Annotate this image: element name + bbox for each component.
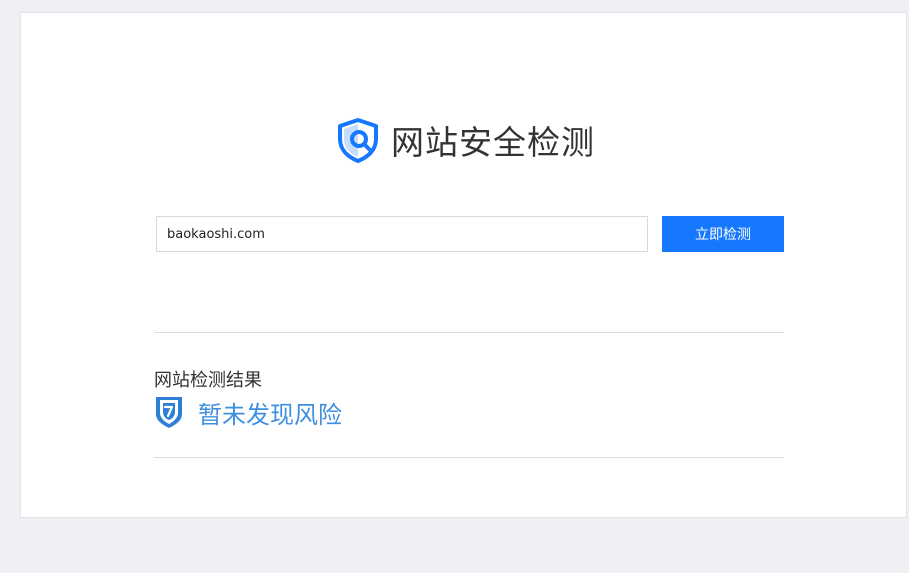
shield-check-icon (154, 395, 184, 429)
result-status-text: 暂未发现风险 (198, 400, 342, 429)
main-card: 网站安全检测 立即检测 网站检测结果 暂未发现风险 (20, 12, 907, 518)
brand-header: 网站安全检测 (335, 117, 595, 163)
divider-top (154, 332, 784, 333)
page-title: 网站安全检测 (391, 123, 595, 162)
check-now-button[interactable]: 立即检测 (662, 216, 784, 252)
shield-search-icon (335, 117, 381, 163)
result-heading: 网站检测结果 (154, 370, 262, 391)
divider-bottom (154, 457, 784, 458)
result-status: 暂未发现风险 (154, 395, 342, 429)
url-input[interactable] (156, 216, 648, 252)
